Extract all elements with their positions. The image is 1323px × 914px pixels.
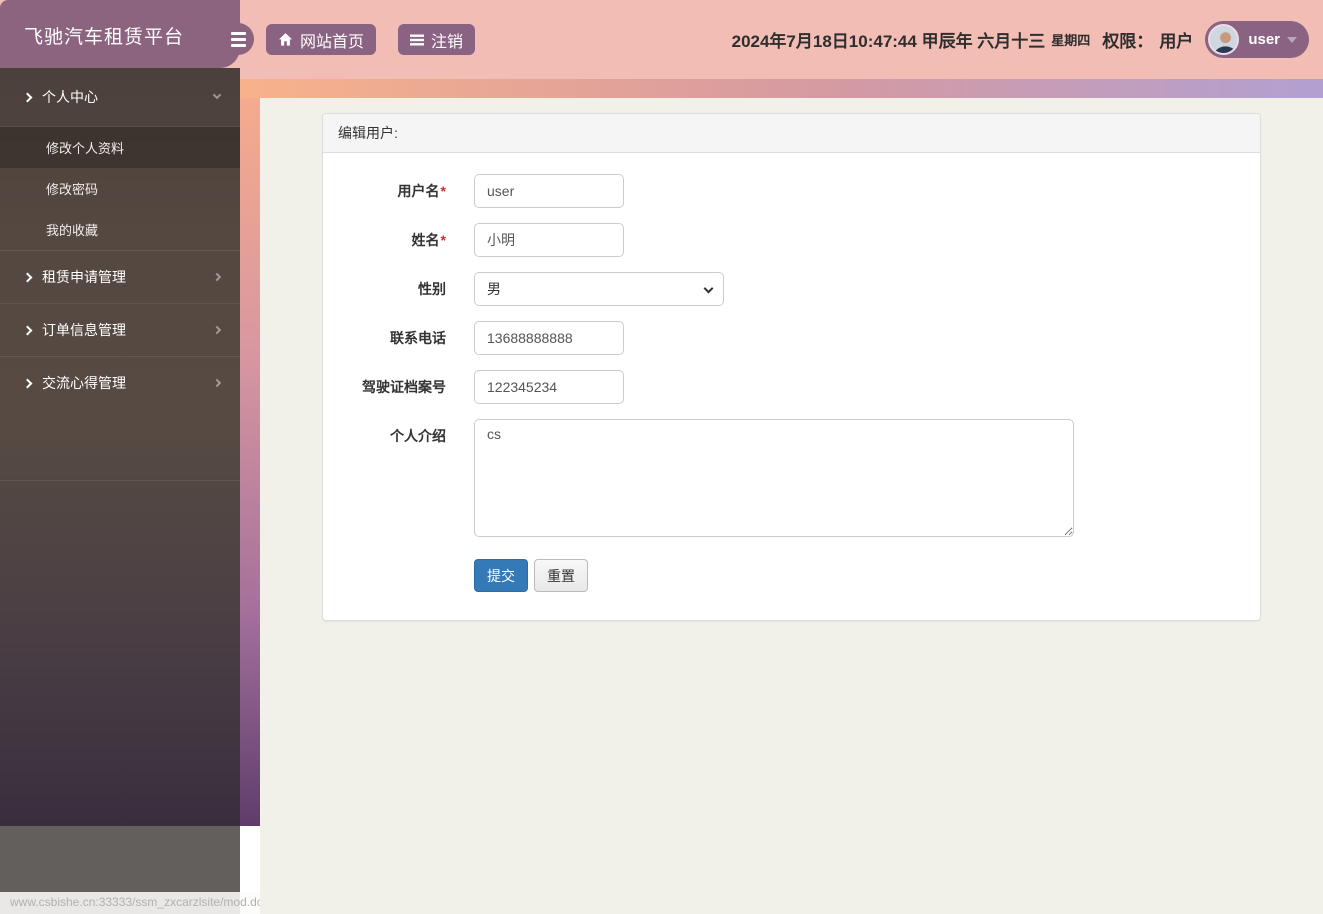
sidebar-item-label: 租赁申请管理	[42, 269, 126, 285]
sidebar-item-order-info[interactable]: 订单信息管理	[0, 303, 240, 356]
sidebar-item-label: 修改个人资料	[46, 141, 125, 156]
top-gradient-strip	[240, 79, 1323, 98]
reset-button[interactable]: 重置	[534, 559, 588, 592]
weekday-text: 星期四	[1051, 33, 1091, 48]
chevron-right-icon	[22, 325, 33, 335]
left-gradient-strip	[240, 98, 260, 826]
sidebar-item-communication[interactable]: 交流心得管理	[0, 356, 240, 409]
chevron-right-icon	[212, 378, 222, 388]
sidebar-item-label: 交流心得管理	[42, 375, 126, 391]
name-input[interactable]	[474, 223, 624, 257]
edit-user-panel: 编辑用户: 用户名* 姓名* 性别 男	[322, 113, 1261, 621]
gender-select[interactable]: 男	[474, 272, 724, 306]
datetime-text: 2024年7月18日10:47:44 甲辰年 六月十三	[731, 32, 1046, 51]
introduction-label: 个人介绍	[390, 428, 446, 444]
sidebar-item-rental-application[interactable]: 租赁申请管理	[0, 250, 240, 303]
logo-block: 飞驰汽车租赁平台	[0, 0, 240, 68]
sidebar-item-my-favorites[interactable]: 我的收藏	[0, 209, 240, 250]
submit-button[interactable]: 提交	[474, 559, 528, 592]
app-title: 飞驰汽车租赁平台	[24, 27, 185, 48]
license-file-number-input[interactable]	[474, 370, 624, 404]
hamburger-menu-icon	[230, 31, 246, 35]
user-menu-button[interactable]: user	[1205, 21, 1309, 58]
chevron-right-icon	[22, 92, 33, 102]
status-url-bar: www.csbishe.cn:33333/ssm_zxcarzlsite/mod…	[0, 892, 260, 914]
introduction-textarea[interactable]: cs	[474, 419, 1074, 537]
required-marker: *	[440, 232, 446, 248]
phone-label: 联系电话	[390, 330, 446, 346]
sidebar-item-label: 订单信息管理	[42, 322, 126, 338]
hamburger-menu-button[interactable]	[222, 23, 254, 55]
logout-list-icon	[410, 33, 425, 47]
license-file-number-label: 驾驶证档案号	[362, 379, 446, 395]
avatar	[1208, 24, 1240, 55]
sidebar-item-edit-profile[interactable]: 修改个人资料	[0, 127, 240, 168]
sidebar-item-label: 我的收藏	[46, 223, 99, 238]
permission-value: 用户	[1159, 32, 1194, 51]
sidebar-item-label: 个人中心	[42, 89, 98, 105]
sidebar-item-personal-center[interactable]: 个人中心	[0, 68, 240, 126]
panel-title: 编辑用户:	[323, 114, 1260, 153]
username-input[interactable]	[474, 174, 624, 208]
home-button[interactable]: 网站首页	[266, 24, 377, 55]
sidebar-item-label: 修改密码	[46, 182, 99, 197]
sidebar: 个人中心 修改个人资料 修改密码 我的收藏 租赁申请管理 订单信息管理 交流心得…	[0, 68, 240, 826]
home-button-label: 网站首页	[300, 33, 365, 51]
gender-label: 性别	[418, 281, 446, 297]
phone-input[interactable]	[474, 321, 624, 355]
caret-down-icon	[1287, 36, 1297, 43]
logout-button[interactable]: 注销	[398, 24, 476, 55]
name-label: 姓名*	[411, 232, 446, 248]
home-icon	[278, 32, 293, 47]
permission-label: 权限：	[1102, 32, 1154, 51]
chevron-right-icon	[22, 272, 33, 282]
logout-button-label: 注销	[431, 33, 464, 51]
user-name-label: user	[1248, 31, 1280, 48]
username-label: 用户名*	[397, 183, 446, 199]
sidebar-item-change-password[interactable]: 修改密码	[0, 168, 240, 209]
required-marker: *	[440, 183, 446, 199]
chevron-down-icon	[212, 90, 222, 100]
chevron-right-icon	[22, 378, 33, 388]
main-content: 编辑用户: 用户名* 姓名* 性别 男	[260, 98, 1323, 914]
chevron-right-icon	[212, 325, 222, 335]
chevron-right-icon	[212, 272, 222, 282]
